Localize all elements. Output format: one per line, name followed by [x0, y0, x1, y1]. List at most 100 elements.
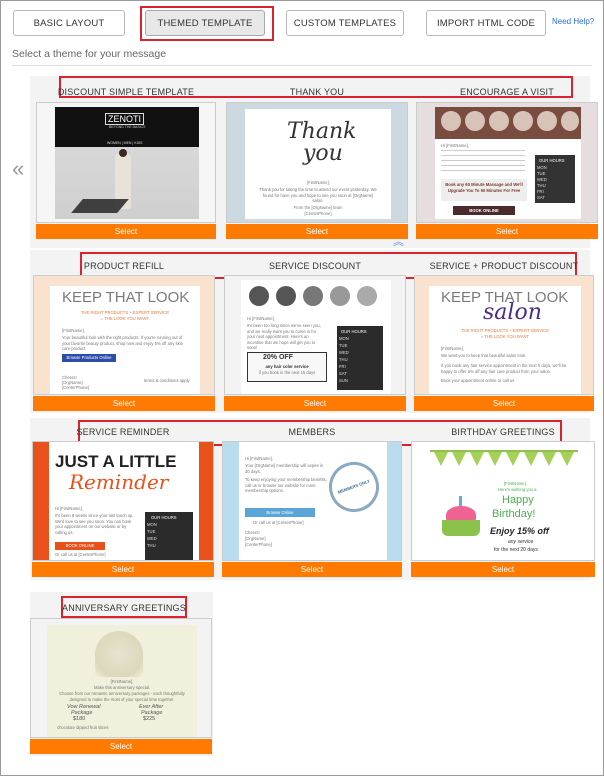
preview-birthday: Birthday! — [492, 508, 536, 520]
template-name-product-refill: PRODUCT REFILL — [83, 261, 165, 271]
select-button-thank-you[interactable]: Select — [226, 224, 408, 239]
template-preview-service-reminder[interactable]: JUST A LITTLE Reminder Hi [FirstName], I… — [32, 441, 214, 561]
template-name-members: MEMBERS — [288, 427, 336, 437]
select-button-discount-simple[interactable]: Select — [36, 224, 216, 239]
preview-day: THU — [537, 183, 546, 188]
preview-phone: [CenterPhone] — [304, 211, 332, 216]
preview-headline: JUST A LITTLE — [55, 452, 177, 471]
preview-script: Reminder — [69, 470, 169, 494]
template-preview-discount-simple[interactable]: ZENOTI BEYOND THE BASICS WOMEN | MEN | K… — [36, 102, 216, 223]
preview-book-button: BOOK ONLINE — [469, 208, 499, 213]
preview-tagline-1: THE RIGHT PRODUCTS + EXPERT SERVICE — [81, 310, 169, 315]
preview-price-1: $180 — [73, 716, 86, 722]
preview-greeting: [FirstName], — [307, 180, 330, 185]
preview-body-3: Book your appointment online or call us — [441, 378, 515, 383]
template-preview-encourage-visit[interactable]: Hi [FirstName], OUR HOURS MON TUE WED TH… — [416, 102, 598, 223]
preview-day: MON — [147, 522, 157, 527]
preview-script: salon — [483, 300, 542, 325]
select-button-birthday-greetings[interactable]: Select — [411, 562, 595, 577]
preview-greeting-1: [FirstName], — [504, 481, 527, 486]
preview-offer-2: any hair color service — [265, 364, 309, 369]
template-preview-service-product-discount[interactable]: KEEP THAT LOOK salon THE RIGHT PRODUCTS … — [414, 275, 594, 395]
template-preview-members[interactable]: Hi [FirstName], Your [OrgName] membershi… — [222, 441, 402, 561]
preview-sign-1: Cheers! — [245, 530, 260, 535]
tab-import-html-code[interactable]: IMPORT HTML CODE — [426, 10, 546, 36]
preview-greeting: [FirstName], — [110, 679, 134, 684]
preview-day: MON — [339, 336, 349, 341]
preview-day: THU — [147, 543, 156, 548]
preview-body: It's been too long since we've seen you,… — [247, 323, 321, 350]
preview-price-2: $225 — [143, 716, 156, 722]
select-button-service-reminder[interactable]: Select — [32, 562, 214, 577]
preview-body: It's been 8 weeks since your last touch … — [55, 513, 134, 535]
select-button-anniversary-greetings[interactable]: Select — [30, 739, 212, 754]
preview-call: Or call us at [CenterPhone] — [253, 520, 304, 525]
preview-offer-3: if you book in the next 15 days — [258, 370, 316, 375]
preview-sign-3: [CenterPhone] — [62, 385, 90, 390]
preview-day: TUE — [147, 529, 156, 534]
preview-day: WED — [537, 177, 547, 182]
select-button-product-refill[interactable]: Select — [33, 396, 215, 411]
preview-hours-title: OUR HOURS — [151, 515, 177, 520]
preview-day: THU — [339, 357, 348, 362]
preview-from: From the [OrgName] team — [293, 205, 343, 210]
preview-day: SAT — [537, 195, 545, 200]
preview-body: We want you to keep that beautiful salon… — [441, 353, 527, 358]
preview-greeting: [FirstName], — [62, 328, 85, 333]
preview-greeting: Hi [FirstName], — [247, 316, 275, 321]
select-button-encourage-visit[interactable]: Select — [416, 224, 598, 239]
preview-offer-1: 20% OFF — [263, 354, 293, 361]
preview-happy: Happy — [502, 494, 534, 506]
preview-greeting: Hi [FirstName], — [245, 456, 273, 461]
template-name-anniversary-greetings: ANNIVERSARY GREETINGS — [62, 603, 186, 613]
template-preview-product-refill[interactable]: KEEP THAT LOOK THE RIGHT PRODUCTS + EXPE… — [33, 275, 215, 395]
template-name-service-product-discount: SERVICE + PRODUCT DISCOUNT — [429, 261, 579, 271]
collapse-icon[interactable]: ︽ — [393, 233, 404, 249]
page-subtitle: Select a theme for your message — [12, 48, 167, 60]
template-name-encourage-visit: ENCOURAGE A VISIT — [460, 87, 554, 97]
preview-tagline-2: = THE LOOK YOU WANT — [100, 316, 150, 321]
select-button-service-product-discount[interactable]: Select — [414, 396, 594, 411]
template-name-service-discount: SERVICE DISCOUNT — [268, 261, 362, 271]
carousel-prev-arrow[interactable]: « — [12, 156, 24, 182]
tab-basic-layout[interactable]: BASIC LAYOUT — [13, 10, 125, 36]
preview-greeting: Hi [FirstName], — [441, 143, 469, 148]
preview-line-1: Make this anniversary special. — [93, 685, 151, 690]
preview-sign-2: [OrgName] — [245, 536, 266, 541]
preview-next: for the next 20 days — [494, 547, 538, 553]
preview-hours-title: OUR HOURS — [341, 329, 367, 334]
template-preview-service-discount[interactable]: Hi [FirstName], It's been too long since… — [224, 275, 406, 395]
preview-call: Or call us at [CenterPhone] — [55, 552, 106, 557]
preview-tagline-1: THE RIGHT PRODUCTS + EXPERT SERVICE — [461, 328, 549, 333]
preview-greeting: [FirstName], — [441, 346, 464, 351]
preview-day: WED — [339, 350, 349, 355]
preview-browse-button: Browse Products Online — [66, 355, 112, 360]
template-preview-thank-you[interactable]: Thank you [FirstName], Thank you for tak… — [226, 102, 408, 223]
need-help-link[interactable]: Need Help? — [552, 17, 594, 26]
template-preview-birthday-greetings[interactable]: [FirstName], Here's wishing you a Happy … — [411, 441, 595, 561]
preview-script-you: you — [303, 141, 343, 166]
select-button-service-discount[interactable]: Select — [224, 396, 406, 411]
template-name-thank-you: THANK YOU — [289, 87, 345, 97]
preview-book-button: BOOK ONLINE — [65, 543, 95, 548]
preview-body-2: If you book any hair service appointment… — [441, 363, 567, 374]
preview-logo-sub: BEYOND THE BASICS — [109, 125, 146, 129]
preview-logo: ZENOTI — [105, 113, 144, 125]
select-button-members[interactable]: Select — [222, 562, 402, 577]
preview-body-2: To keep enjoying your membership benefit… — [245, 477, 327, 493]
template-name-service-reminder: SERVICE REMINDER — [76, 427, 170, 437]
preview-greeting-2: Here's wishing you a — [498, 487, 537, 492]
preview-body: Your [OrgName] membership will expire in… — [245, 463, 324, 474]
template-preview-anniversary-greetings[interactable]: [FirstName], Make this anniversary speci… — [30, 618, 212, 738]
preview-body: Your beautiful look with the right produ… — [62, 335, 183, 351]
tab-custom-templates[interactable]: CUSTOM TEMPLATES — [286, 10, 404, 36]
preview-day: MON — [537, 165, 547, 170]
preview-sign-3: [CenterPhone] — [245, 542, 273, 547]
preview-tagline-2: = THE LOOK YOU WANT — [480, 334, 530, 339]
preview-line-2: Choose from our romantic anniversary pac… — [59, 691, 185, 702]
preview-hours-title: OUR HOURS — [539, 158, 565, 163]
preview-day: TUE — [339, 343, 348, 348]
preview-day: SUN — [339, 378, 348, 383]
preview-body: Thank you for taking the time to attend … — [259, 187, 377, 203]
preview-terms: terms & conditions apply — [144, 378, 190, 383]
